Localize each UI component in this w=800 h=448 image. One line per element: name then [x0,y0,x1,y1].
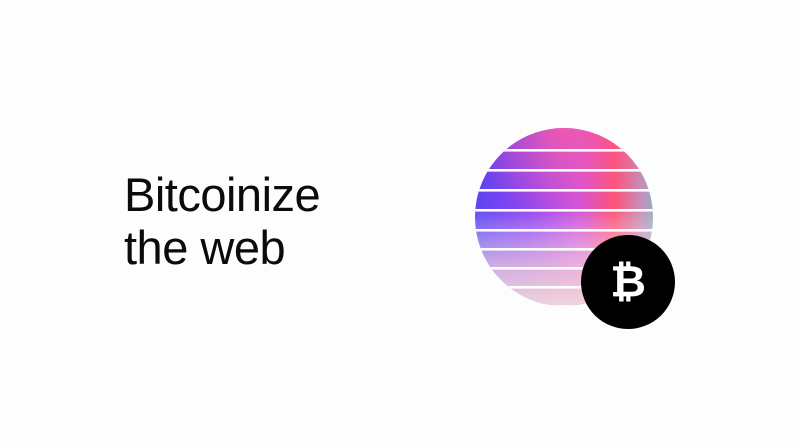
sphere-stripe [475,149,653,152]
hero-illustration: ₿ [470,118,690,338]
bitcoin-icon: ₿ [581,235,675,329]
headline-line-1: Bitcoinize [124,168,321,221]
sphere-stripe [475,189,653,192]
headline: Bitcoinize the web [124,168,321,274]
sphere-stripe [475,209,653,212]
bitcoin-glyph: ₿ [610,257,646,308]
sphere-stripe [475,229,653,232]
sphere-stripe [475,169,653,172]
hero-illustration-svg: ₿ [475,128,675,329]
headline-line-2: the web [124,221,286,274]
